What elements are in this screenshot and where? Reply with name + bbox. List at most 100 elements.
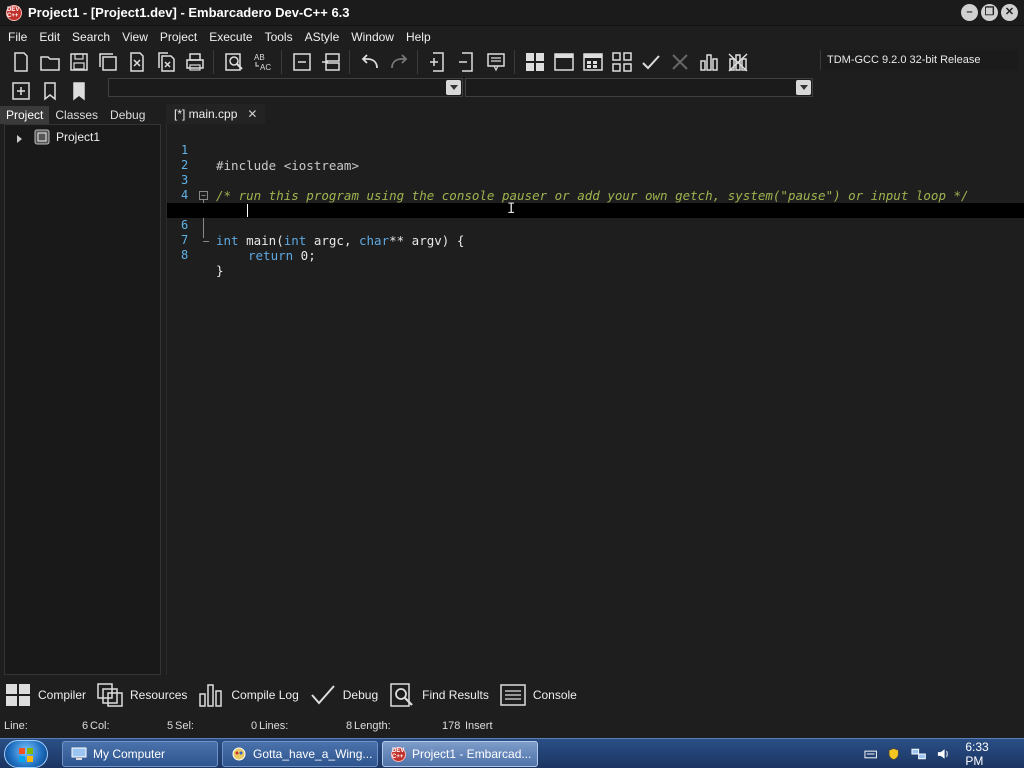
member-combo[interactable] [465, 78, 813, 97]
bar-chart-icon [700, 54, 718, 71]
goto-bookmark-icon [73, 82, 85, 101]
minimize-button[interactable]: – [961, 4, 978, 21]
tab-project[interactable]: Project [0, 106, 50, 124]
taskbar-devcpp[interactable]: DEV C++ Project1 - Embarcad... [382, 741, 538, 767]
current-code-line: 6 [167, 203, 1024, 232]
editor-tabs: [*] main.cpp ✕ [166, 104, 1024, 124]
run-button[interactable] [551, 49, 577, 75]
restore-button[interactable]: ❐ [981, 4, 998, 21]
tab-debug[interactable]: Debug [104, 106, 151, 124]
compile-run-icon [583, 53, 603, 71]
clock[interactable]: 6:33 PM [965, 740, 1008, 768]
remove-from-project-button[interactable] [454, 49, 480, 75]
security-shield-icon[interactable] [887, 747, 900, 761]
goto-bookmark-button[interactable] [66, 78, 92, 104]
window-title: Project1 - [Project1.dev] - Embarcadero … [28, 5, 350, 20]
tab-debug-output[interactable]: Debug [309, 682, 378, 708]
save-all-button[interactable] [95, 49, 121, 75]
print-button[interactable] [182, 49, 208, 75]
menu-file[interactable]: File [2, 30, 33, 44]
code-line: 1 #include <iostream> [167, 128, 1024, 173]
menu-search[interactable]: Search [66, 30, 116, 44]
code-editor[interactable]: 1 #include <iostream> 2 3 /* run this pr… [166, 124, 1024, 675]
computer-icon [71, 747, 87, 760]
open-file-button[interactable] [37, 49, 63, 75]
compile-run-button[interactable] [580, 49, 606, 75]
goto-line-button[interactable] [289, 49, 315, 75]
undo-button[interactable] [357, 49, 383, 75]
checkmark-icon [310, 684, 335, 705]
close-tab-icon[interactable]: ✕ [247, 107, 257, 121]
close-all-icon [158, 52, 175, 72]
compiler-select[interactable]: TDM-GCC 9.2.0 32-bit Release [820, 50, 1018, 70]
tab-label: Compile Log [231, 687, 299, 702]
taskbar-gotta-have-a-wing[interactable]: Gotta_have_a_Wing... [222, 741, 378, 767]
class-combo[interactable] [108, 78, 463, 97]
taskbar-my-computer[interactable]: My Computer [62, 741, 218, 767]
expand-arrow-icon[interactable] [17, 135, 22, 143]
toggle-split-button[interactable] [318, 49, 344, 75]
status-length-value: 178 [442, 720, 461, 732]
tab-label: [*] main.cpp [174, 107, 238, 121]
toolbar-separator [281, 50, 287, 74]
tree-item-project[interactable]: Project1 [17, 129, 100, 145]
tab-label: Resources [130, 687, 188, 702]
compiler-icon [6, 683, 30, 706]
close-file-button[interactable] [124, 49, 150, 75]
chevron-down-icon[interactable] [796, 80, 811, 95]
project-options-icon [487, 53, 505, 72]
network-icon[interactable] [911, 747, 926, 761]
tab-compiler[interactable]: Compiler [4, 682, 86, 708]
status-insert-mode: Insert [465, 720, 493, 732]
tab-label: Compiler [38, 687, 87, 702]
save-button[interactable] [66, 49, 92, 75]
menu-tools[interactable]: Tools [259, 30, 299, 44]
replace-button[interactable]: AB AC [250, 49, 276, 75]
code-line: 7 return 0; [167, 218, 1024, 263]
menu-astyle[interactable]: AStyle [299, 30, 346, 44]
tab-find-results[interactable]: Find Results [388, 682, 489, 708]
tab-compile-log[interactable]: Compile Log [197, 682, 299, 708]
add-to-project-button[interactable] [425, 49, 451, 75]
close-all-button[interactable] [153, 49, 179, 75]
redo-button[interactable] [386, 49, 412, 75]
start-button[interactable] [4, 740, 48, 768]
toggle-bookmark-button[interactable] [37, 78, 63, 104]
bookmark-icon [44, 82, 56, 101]
tab-main-cpp[interactable]: [*] main.cpp ✕ [166, 104, 266, 124]
status-sel-value: 0 [251, 720, 258, 732]
rebuild-all-button[interactable] [609, 49, 635, 75]
code-line: 4 [167, 173, 1024, 202]
new-file-button[interactable] [8, 49, 34, 75]
tab-resources[interactable]: Resources [96, 682, 187, 708]
keyboard-icon[interactable] [864, 748, 877, 760]
task-label: My Computer [93, 747, 166, 761]
project-icon [34, 129, 50, 145]
menu-edit[interactable]: Edit [33, 30, 66, 44]
find-button[interactable] [221, 49, 247, 75]
devcpp-app-icon[interactable]: DEV C++ [6, 4, 22, 21]
replace-icon: ABAC [254, 53, 271, 72]
bottom-panel-tabs: Compiler Resources Compile Log Debug Fin… [0, 679, 1024, 710]
menu-project[interactable]: Project [154, 30, 203, 44]
syntax-check-button[interactable] [638, 49, 664, 75]
menu-view[interactable]: View [116, 30, 154, 44]
volume-icon[interactable] [936, 747, 949, 761]
insert-button[interactable] [8, 78, 34, 104]
project-options-button[interactable] [483, 49, 509, 75]
menu-execute[interactable]: Execute [203, 30, 258, 44]
profile-button[interactable] [696, 49, 722, 75]
menu-window[interactable]: Window [345, 30, 400, 44]
tab-console[interactable]: Console [499, 682, 577, 708]
menu-help[interactable]: Help [400, 30, 437, 44]
compile-button[interactable] [522, 49, 548, 75]
fold-collapse-icon[interactable]: − [199, 191, 208, 200]
close-button[interactable]: ✕ [1001, 4, 1018, 21]
code-line: 5 − int main(int argc, char** argv) { [167, 188, 1024, 248]
tab-classes[interactable]: Classes [49, 106, 104, 124]
stop-execution-button[interactable] [667, 49, 693, 75]
tree-item-label: Project1 [56, 130, 101, 144]
delete-profile-button[interactable] [725, 49, 751, 75]
redo-icon [391, 54, 408, 69]
chevron-down-icon[interactable] [446, 80, 461, 95]
